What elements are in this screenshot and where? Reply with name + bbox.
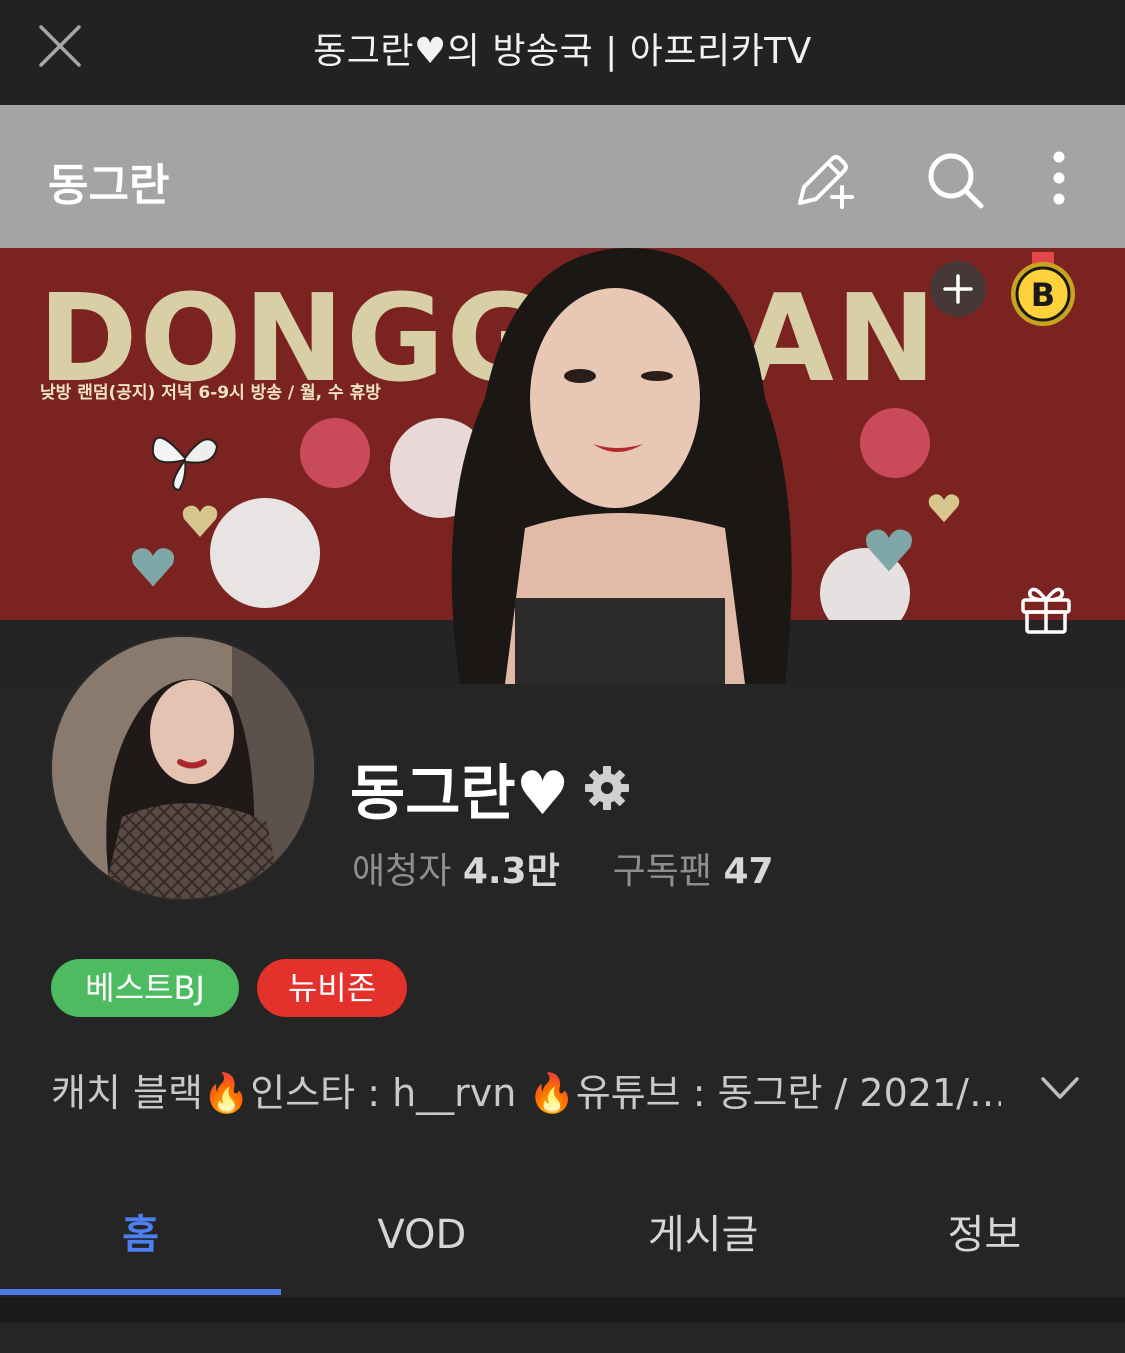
subscribers-value: 47	[723, 851, 774, 892]
more-vertical-icon[interactable]	[1028, 149, 1090, 211]
channel-header: 동그란	[0, 105, 1125, 248]
banner-schedule: 낮방 랜덤(공지) 저녁 6-9시 방송 / 월, 수 휴방	[40, 383, 381, 403]
heart-decoration	[131, 548, 175, 587]
tab-posts[interactable]: 게시글	[563, 1185, 844, 1297]
avatar[interactable]	[50, 635, 316, 901]
flower-decoration	[210, 498, 320, 608]
butterfly-icon	[151, 436, 219, 492]
banner-portrait	[451, 248, 792, 684]
gift-icon[interactable]	[1018, 580, 1074, 636]
search-icon[interactable]	[924, 149, 986, 211]
best-bj-medal-icon[interactable]: B	[1008, 252, 1078, 328]
profile-stats: 애청자 4.3만 구독팬 47	[352, 842, 774, 894]
best-bj-tag[interactable]: 베스트BJ	[51, 959, 239, 1017]
heart-decoration	[182, 505, 218, 537]
channel-tabs: 홈 VOD 게시글 정보	[0, 1185, 1125, 1297]
content-divider	[0, 1297, 1125, 1353]
viewers-label: 애청자	[352, 851, 452, 892]
tab-vod[interactable]: VOD	[281, 1185, 562, 1297]
subscribers-label: 구독팬	[612, 851, 713, 892]
avatar-image	[52, 637, 314, 899]
flower-decoration	[300, 418, 370, 488]
newbie-zone-tag[interactable]: 뉴비존	[257, 959, 407, 1017]
write-post-icon[interactable]	[792, 149, 854, 211]
tab-home[interactable]: 홈	[0, 1185, 282, 1297]
heart-decoration	[928, 494, 960, 523]
profile-description[interactable]: 캐치 블랙🔥인스타 : h__rvn 🔥유튜브 : 동그란 / 2021/…	[51, 1062, 1001, 1117]
add-icon[interactable]	[930, 261, 986, 317]
badge-letter: B	[1031, 276, 1055, 314]
gear-icon[interactable]	[583, 764, 631, 812]
viewers-value: 4.3만	[462, 851, 560, 892]
channel-name: 동그란	[48, 160, 170, 211]
channel-banner: DONGGURAN 낮방 랜덤(공지) 저녁 6-9시 방송 / 월, 수 휴방…	[0, 248, 1125, 684]
webview-topbar: 동그란♥의 방송국 | 아프리카TV	[0, 0, 1125, 105]
tab-info[interactable]: 정보	[844, 1185, 1125, 1297]
chevron-down-icon[interactable]	[1040, 1070, 1080, 1106]
profile-name: 동그란♥	[350, 759, 570, 829]
window-title: 동그란♥의 방송국 | 아프리카TV	[313, 31, 812, 72]
